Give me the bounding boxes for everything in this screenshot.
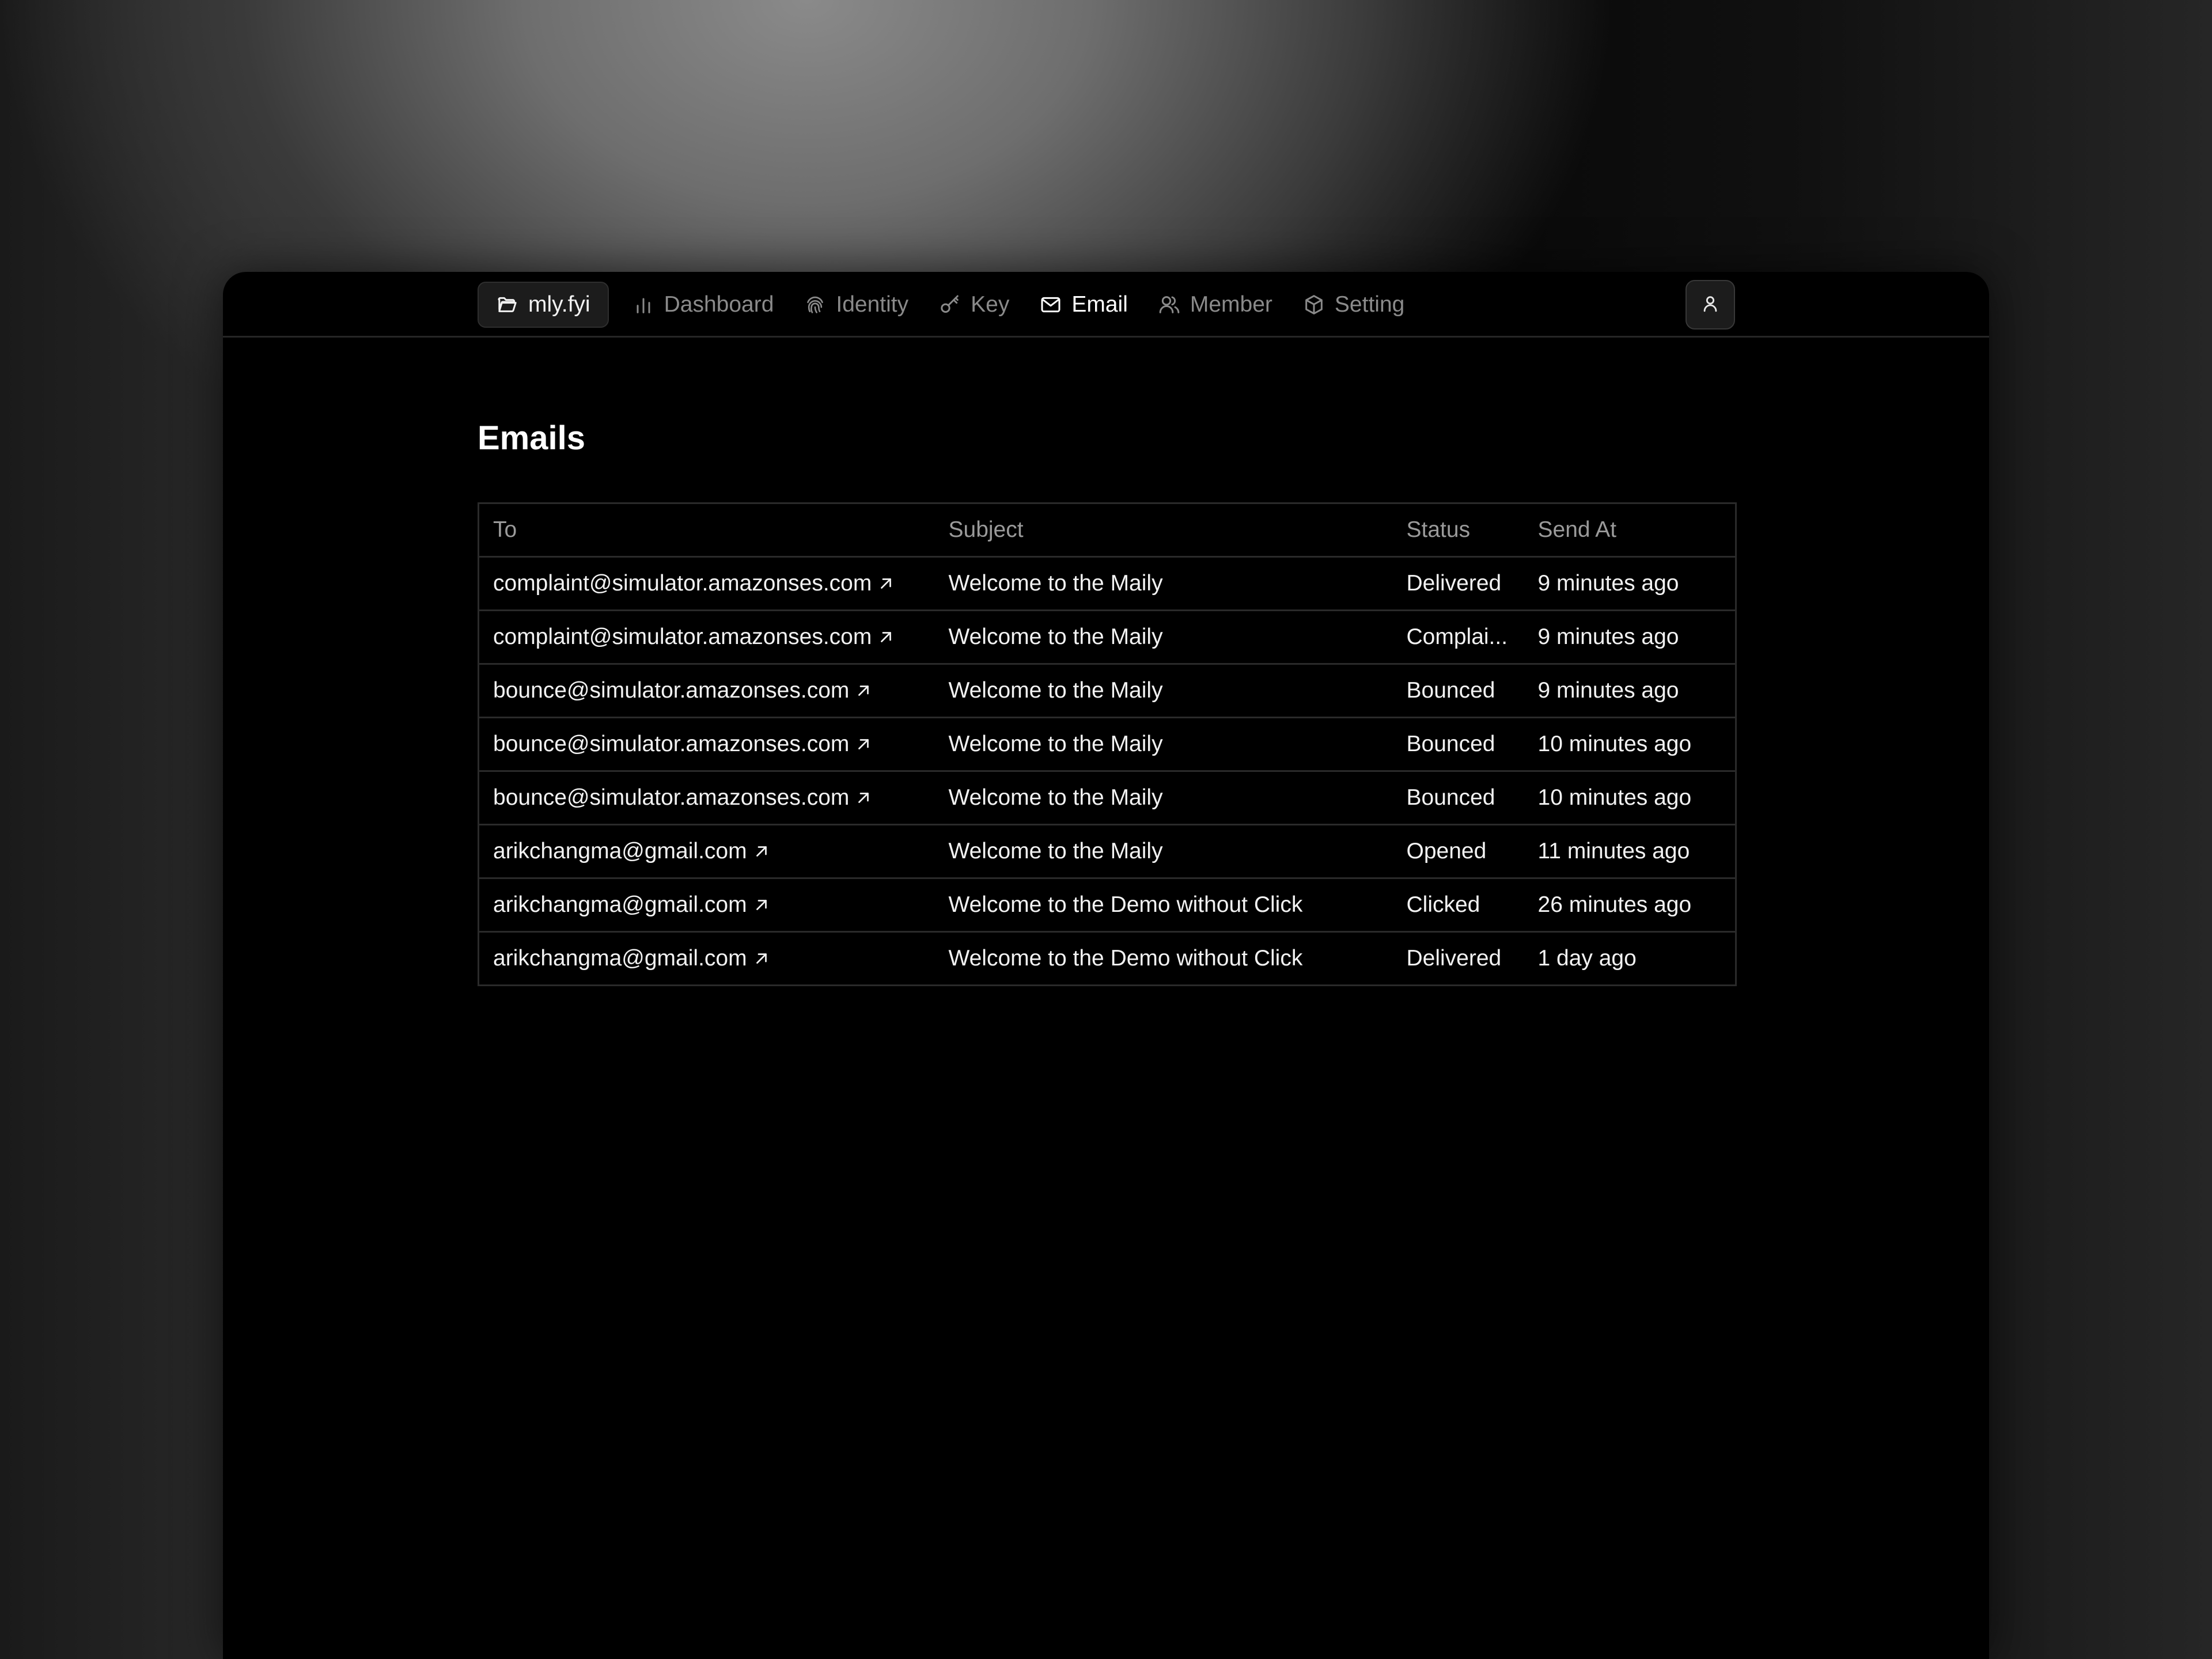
external-link-icon[interactable] <box>753 840 770 858</box>
cell-to[interactable]: bounce@simulator.amazonses.com <box>478 771 935 825</box>
project-name: mly.fyi <box>528 292 590 317</box>
recipient-link[interactable]: complaint@simulator.amazonses.com <box>493 624 872 649</box>
cell-send-at: 9 minutes ago <box>1524 664 1736 718</box>
cell-subject: Welcome to the Maily <box>934 556 1393 611</box>
user-icon <box>1700 294 1720 316</box>
external-link-icon[interactable] <box>877 573 895 590</box>
column-header-subject: Subject <box>934 503 1393 558</box>
cell-subject: Welcome to the Maily <box>934 717 1393 772</box>
cell-send-at: 10 minutes ago <box>1524 771 1736 825</box>
cell-status: Complai... <box>1392 610 1524 665</box>
table-row[interactable]: bounce@simulator.amazonses.com Welcome to… <box>478 664 1736 718</box>
recipient-link[interactable]: arikchangma@gmail.com <box>493 839 747 863</box>
emails-table: To Subject Status Send At complaint@simu… <box>478 502 1737 986</box>
table-row[interactable]: bounce@simulator.amazonses.com Welcome to… <box>478 771 1736 825</box>
external-link-icon[interactable] <box>855 787 872 804</box>
table-row[interactable]: arikchangma@gmail.com Welcome to the Mail… <box>478 824 1736 879</box>
users-icon <box>1158 293 1181 316</box>
cell-send-at: 9 minutes ago <box>1524 556 1736 611</box>
cell-subject: Welcome to the Maily <box>934 824 1393 879</box>
cell-subject: Welcome to the Maily <box>934 771 1393 825</box>
cell-status: Bounced <box>1392 664 1524 718</box>
external-link-icon[interactable] <box>753 948 770 965</box>
cell-send-at: 11 minutes ago <box>1524 824 1736 879</box>
key-icon <box>938 293 961 316</box>
cell-to[interactable]: bounce@simulator.amazonses.com <box>478 717 935 772</box>
recipient-link[interactable]: bounce@simulator.amazonses.com <box>493 678 849 703</box>
cell-status: Clicked <box>1392 878 1524 933</box>
cell-send-at: 1 day ago <box>1537 946 1637 971</box>
cell-status: Delivered <box>1392 556 1524 611</box>
cell-subject: Welcome to the Maily <box>934 610 1393 665</box>
nav-item-dashboard[interactable]: Dashboard <box>617 282 789 328</box>
cell-subject: Welcome to the Demo without Click <box>948 946 1303 971</box>
column-header-to: To <box>478 503 935 558</box>
cell-status: Opened <box>1392 824 1524 879</box>
table-row[interactable]: complaint@simulator.amazonses.com Welcome… <box>478 610 1736 665</box>
nav-item-key[interactable]: Key <box>923 282 1024 328</box>
nav-label: Key <box>971 292 1010 317</box>
cell-subject: Welcome to the Maily <box>934 664 1393 718</box>
cell-subject: Welcome to the Demo without Click <box>934 878 1393 933</box>
cell-to[interactable]: complaint@simulator.amazonses.com <box>478 610 935 665</box>
cell-send-at: 10 minutes ago <box>1524 717 1736 772</box>
app-window: mly.fyi Dashboard Identity Key Email Mem… <box>223 272 1989 1659</box>
cell-to[interactable]: arikchangma@gmail.com <box>478 878 935 933</box>
nav-item-setting[interactable]: Setting <box>1287 282 1419 328</box>
recipient-link[interactable]: arikchangma@gmail.com <box>493 892 747 917</box>
table-row[interactable]: arikchangma@gmail.com Welcome to the Demo… <box>479 932 1736 986</box>
page-title: Emails <box>478 419 585 457</box>
main-nav: mly.fyi Dashboard Identity Key Email Mem… <box>478 282 1419 328</box>
cell-to[interactable]: arikchangma@gmail.com <box>478 824 935 879</box>
nav-label: Member <box>1190 292 1272 317</box>
top-navigation-bar: mly.fyi Dashboard Identity Key Email Mem… <box>223 272 1989 338</box>
nav-label: Identity <box>836 292 909 317</box>
cell-to[interactable]: arikchangma@gmail.com <box>479 932 935 986</box>
table-row[interactable]: arikchangma@gmail.com Welcome to the Demo… <box>478 878 1736 933</box>
cell-to[interactable]: bounce@simulator.amazonses.com <box>478 664 935 718</box>
nav-label: Dashboard <box>664 292 774 317</box>
cell-status: Bounced <box>1392 717 1524 772</box>
bar-chart-icon <box>632 293 655 316</box>
project-switcher-button[interactable]: mly.fyi <box>478 282 609 328</box>
cell-to[interactable]: complaint@simulator.amazonses.com <box>478 556 935 611</box>
cell-status: Delivered <box>1406 946 1502 971</box>
recipient-link[interactable]: arikchangma@gmail.com <box>493 946 747 971</box>
external-link-icon[interactable] <box>753 894 770 911</box>
nav-item-email[interactable]: Email <box>1024 282 1143 328</box>
cell-status: Bounced <box>1392 771 1524 825</box>
fingerprint-icon <box>804 293 827 316</box>
table-row[interactable]: complaint@simulator.amazonses.com Welcome… <box>478 556 1736 611</box>
column-header-status: Status <box>1392 503 1524 558</box>
cell-send-at: 26 minutes ago <box>1524 878 1736 933</box>
nav-label: Setting <box>1334 292 1405 317</box>
external-link-icon[interactable] <box>877 626 895 643</box>
nav-item-member[interactable]: Member <box>1143 282 1287 328</box>
user-menu-button[interactable] <box>1685 280 1735 329</box>
external-link-icon[interactable] <box>855 680 872 697</box>
recipient-link[interactable]: bounce@simulator.amazonses.com <box>493 732 849 756</box>
nav-item-identity[interactable]: Identity <box>789 282 923 328</box>
table-row[interactable]: bounce@simulator.amazonses.com Welcome to… <box>478 717 1736 772</box>
cell-send-at: 9 minutes ago <box>1524 610 1736 665</box>
mail-icon <box>1039 293 1062 316</box>
recipient-link[interactable]: complaint@simulator.amazonses.com <box>493 571 872 596</box>
box-icon <box>1302 293 1325 316</box>
nav-label: Email <box>1071 292 1128 317</box>
folder-icon <box>496 293 519 316</box>
column-header-send-at: Send At <box>1524 503 1736 558</box>
recipient-link[interactable]: bounce@simulator.amazonses.com <box>493 785 849 810</box>
table-header-row: To Subject Status Send At <box>478 503 1736 558</box>
external-link-icon[interactable] <box>855 733 872 751</box>
